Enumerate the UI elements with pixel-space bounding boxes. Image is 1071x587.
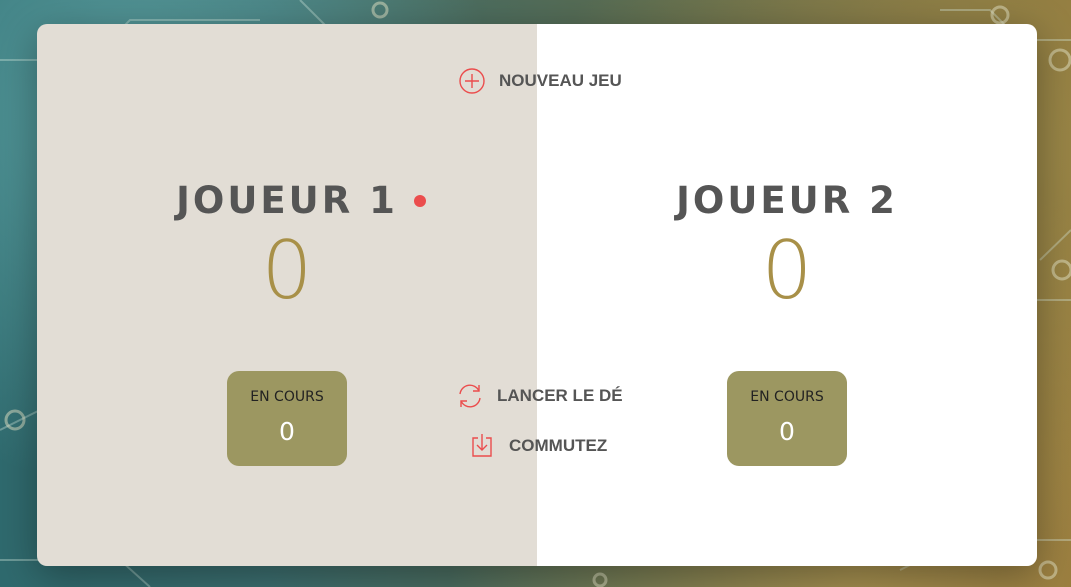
player-1-current-box: EN COURS 0 (227, 371, 347, 466)
player-2-current-score: 0 (779, 417, 795, 446)
player-2-name: JOUEUR 2 (537, 179, 1037, 222)
player-2-current-label: EN COURS (750, 389, 824, 405)
player-1-current-label: EN COURS (250, 389, 324, 405)
hold-button[interactable]: COMMUTEZ (467, 431, 607, 461)
player-1-name-text: JOUEUR 1 (176, 178, 398, 222)
plus-circle-icon (457, 66, 487, 96)
player-2-total-score: 0 (761, 224, 813, 317)
game-board: JOUEUR 1 0 EN COURS 0 JOUEUR 2 0 EN COUR… (37, 24, 1037, 566)
player-1-current-score: 0 (279, 417, 295, 446)
player-1-name: JOUEUR 1 (37, 179, 537, 222)
player-2-name-text: JOUEUR 2 (676, 178, 898, 222)
refresh-icon (455, 381, 485, 411)
player-2-current-box: EN COURS 0 (727, 371, 847, 466)
player-2-panel: JOUEUR 2 0 EN COURS 0 (537, 24, 1037, 566)
download-icon (467, 431, 497, 461)
roll-dice-button[interactable]: LANCER LE DÉ (455, 381, 623, 411)
new-game-label: NOUVEAU JEU (499, 71, 622, 90)
player-1-total-score: 0 (261, 224, 313, 317)
active-player-dot-icon (413, 194, 426, 207)
roll-dice-label: LANCER LE DÉ (497, 386, 623, 405)
hold-label: COMMUTEZ (509, 436, 608, 455)
new-game-button[interactable]: NOUVEAU JEU (457, 66, 622, 96)
player-1-panel: JOUEUR 1 0 EN COURS 0 (37, 24, 537, 566)
